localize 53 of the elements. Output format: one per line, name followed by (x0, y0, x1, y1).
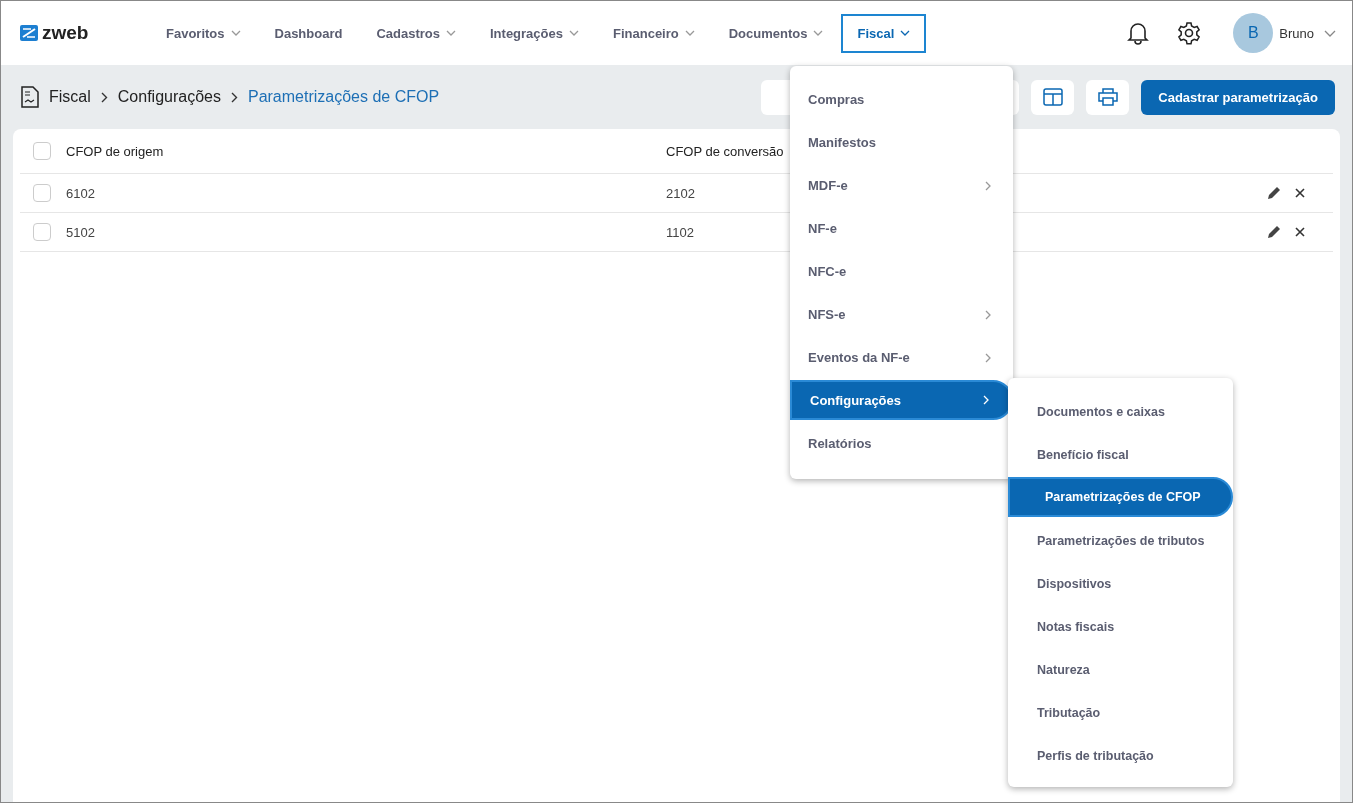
select-all-checkbox[interactable] (33, 142, 51, 160)
print-button[interactable] (1086, 79, 1130, 115)
breadcrumb-link[interactable]: Parametrizações de CFOP (247, 88, 440, 106)
menu-item[interactable]: Tributação (1008, 691, 1233, 734)
menu-item[interactable]: Parametrizações de tributos (1008, 519, 1233, 562)
layout-icon (1042, 88, 1063, 106)
chevron-down-icon[interactable] (1324, 29, 1336, 37)
nav-menu-item[interactable]: Integrações (474, 13, 595, 53)
nav-menu-item[interactable]: Fiscal (841, 13, 927, 53)
table-cell: 6102 (66, 185, 95, 201)
user-name[interactable]: Bruno (1279, 25, 1314, 41)
nav-menu-item[interactable]: Cadastros (360, 13, 472, 53)
edit-pencil-icon[interactable] (1267, 186, 1281, 200)
edit-pencil-icon[interactable] (1267, 225, 1281, 239)
menu-item[interactable]: NFS-e (790, 293, 1013, 336)
menu-item[interactable]: Perfis de tributação (1008, 734, 1233, 777)
document-icon (21, 86, 39, 108)
chevron-right-icon (100, 91, 108, 103)
nav-menu-item[interactable]: Favoritos (150, 13, 257, 53)
menu-item[interactable]: Compras (790, 78, 1013, 121)
nav-menu-item[interactable]: Documentos (712, 13, 840, 53)
user-avatar[interactable]: B (1233, 13, 1274, 53)
row-checkbox[interactable] (33, 223, 51, 241)
notification-bell-icon[interactable] (1127, 21, 1150, 45)
nav-menu-item[interactable]: Financeiro (597, 13, 711, 53)
menu-item[interactable]: Benefício fiscal (1008, 433, 1233, 476)
table-cell: 1102 (666, 224, 694, 240)
menu-item[interactable]: Eventos da NF-e (790, 336, 1013, 379)
breadcrumb-link[interactable]: Fiscal (49, 88, 91, 106)
row-checkbox[interactable] (33, 184, 51, 202)
breadcrumb-link[interactable]: Configurações (117, 88, 221, 106)
table-cell: 5102 (66, 224, 95, 240)
column-header: CFOP de conversão (666, 143, 784, 159)
brand-name: zweb (42, 22, 89, 44)
logo-icon (20, 25, 38, 41)
register-button[interactable]: Cadastrar parametrização (1141, 79, 1335, 115)
table-cell: 2102 (666, 185, 695, 201)
menu-item[interactable]: NFC-e (790, 250, 1013, 293)
chevron-right-icon (230, 91, 238, 103)
nav-menu-item[interactable]: Dashboard (258, 13, 359, 53)
printer-icon (1097, 88, 1118, 106)
menu-item[interactable]: MDF-e (790, 164, 1013, 207)
menu-item[interactable]: Notas fiscais (1008, 605, 1233, 648)
settings-icon[interactable] (1177, 21, 1202, 45)
column-header: CFOP de origem (66, 143, 164, 159)
menu-item[interactable]: Natureza (1008, 648, 1233, 691)
menu-item[interactable]: Dispositivos (1008, 562, 1233, 605)
close-icon[interactable] (1295, 227, 1305, 237)
menu-item[interactable]: Manifestos (790, 121, 1013, 164)
menu-item[interactable]: Parametrizações de CFOP (1008, 477, 1233, 517)
menu-item[interactable]: NF-e (790, 207, 1013, 250)
close-icon[interactable] (1295, 188, 1305, 198)
layout-button[interactable] (1031, 79, 1075, 115)
